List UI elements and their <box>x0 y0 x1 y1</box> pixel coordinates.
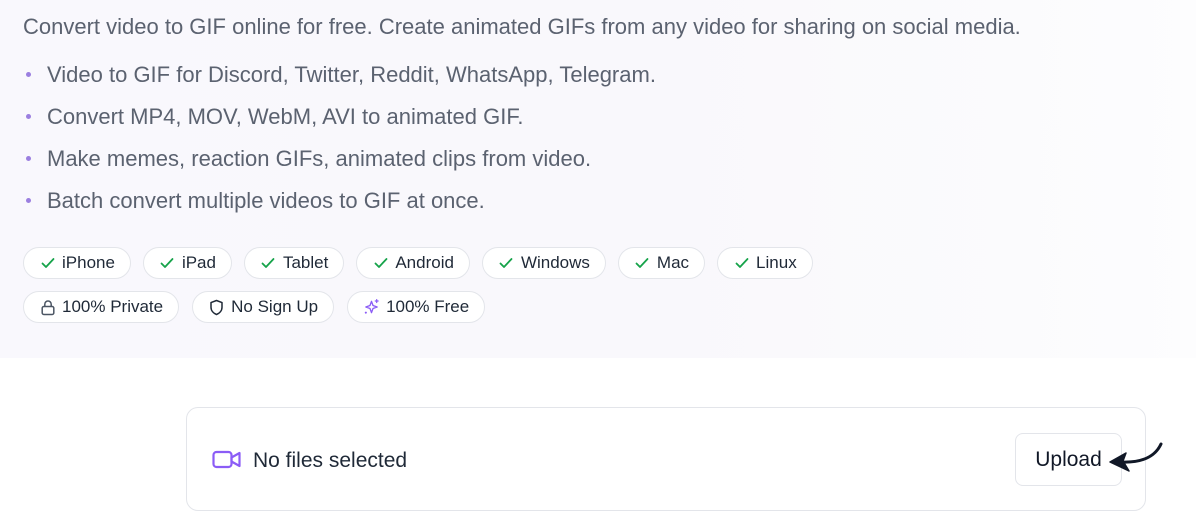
sparkles-icon <box>363 299 380 316</box>
feature-item: Batch convert multiple videos to GIF at … <box>23 186 656 228</box>
badge-android: Android <box>356 247 470 279</box>
pointing-arrow-icon <box>1107 441 1165 477</box>
badge-label: 100% Private <box>62 297 164 316</box>
badge-linux: Linux <box>717 247 813 279</box>
upload-button[interactable]: Upload <box>1015 433 1122 486</box>
check-icon <box>634 255 651 272</box>
badge-label: 100% Free <box>386 297 470 316</box>
check-icon <box>498 255 515 272</box>
badge-label: Mac <box>656 253 690 272</box>
video-camera-icon <box>212 449 242 471</box>
intro-text: Convert video to GIF online for free. Cr… <box>23 14 1021 39</box>
badge-label: Linux <box>756 253 797 272</box>
badge-label: Tablet <box>282 253 329 272</box>
badge-label: Android <box>395 253 454 272</box>
badge-label: iPad <box>181 253 216 272</box>
badge-label: No Sign Up <box>231 297 319 316</box>
feature-list: Video to GIF for Discord, Twitter, Reddi… <box>23 60 656 228</box>
check-icon <box>372 255 389 272</box>
feature-item: Convert MP4, MOV, WebM, AVI to animated … <box>23 102 656 144</box>
badge-windows: Windows <box>481 247 606 279</box>
badge-label: Windows <box>520 253 590 272</box>
shield-icon <box>208 299 225 316</box>
feature-text: Convert MP4, MOV, WebM, AVI to animated … <box>47 104 524 129</box>
bullet-dot <box>26 156 31 161</box>
badge-private: 100% Private <box>23 291 180 323</box>
lock-icon <box>39 299 56 316</box>
badge-iphone: iPhone <box>23 247 131 279</box>
feature-text: Video to GIF for Discord, Twitter, Reddi… <box>47 62 656 87</box>
badge-mac: Mac <box>617 247 706 279</box>
badge-tablet: Tablet <box>243 247 345 279</box>
badge-free: 100% Free <box>347 291 486 323</box>
check-icon <box>159 255 176 272</box>
perk-badges: 100% Private No Sign Up 100% Free <box>23 291 486 323</box>
feature-item: Video to GIF for Discord, Twitter, Reddi… <box>23 60 656 102</box>
upload-panel: No files selected Upload <box>186 407 1146 511</box>
platform-badges: iPhone iPad Tablet Android Windows Mac L… <box>23 247 813 279</box>
feature-text: Make memes, reaction GIFs, animated clip… <box>47 146 592 171</box>
bullet-dot <box>26 72 31 77</box>
bullet-dot <box>26 114 31 119</box>
badge-no-sign-up: No Sign Up <box>192 291 335 323</box>
file-status: No files selected <box>253 449 408 472</box>
feature-text: Batch convert multiple videos to GIF at … <box>47 188 485 213</box>
check-icon <box>39 255 56 272</box>
feature-item: Make memes, reaction GIFs, animated clip… <box>23 144 656 186</box>
badge-ipad: iPad <box>142 247 232 279</box>
check-icon <box>733 255 750 272</box>
check-icon <box>260 255 277 272</box>
badge-label: iPhone <box>62 253 115 272</box>
bullet-dot <box>26 198 31 203</box>
